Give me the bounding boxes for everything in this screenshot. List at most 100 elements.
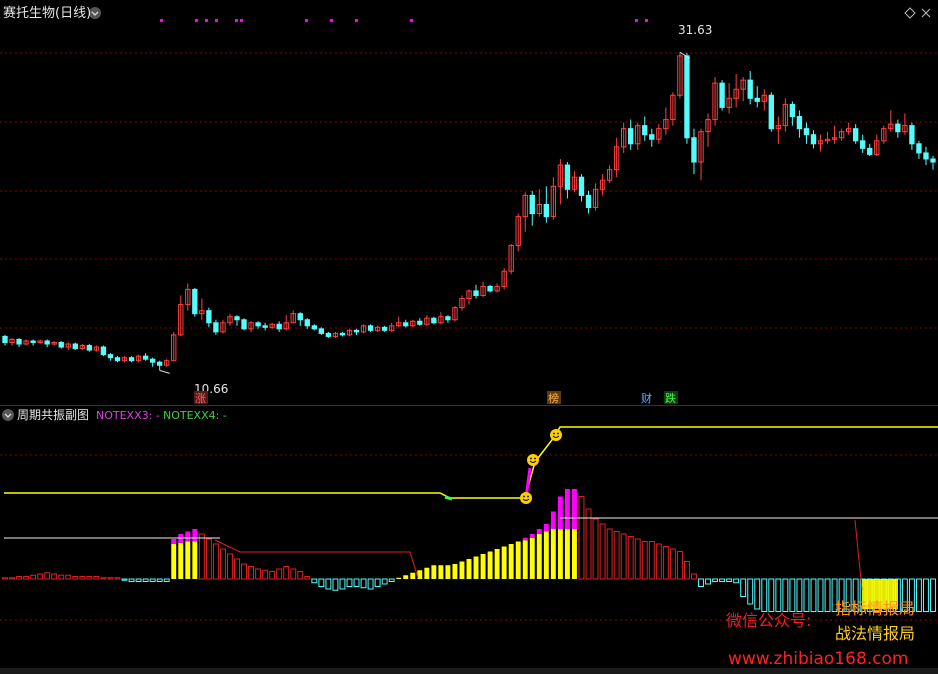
- candle-body: [803, 128, 810, 136]
- smiley-icon: [550, 429, 562, 441]
- red-ref-line: [214, 539, 419, 579]
- hist-bar-red: [79, 576, 86, 580]
- candle-body: [156, 361, 163, 366]
- hist-bar-red: [669, 548, 676, 580]
- candle-body: [923, 152, 929, 160]
- hist-bar-red: [620, 533, 627, 580]
- hist-bar-magenta: [571, 489, 577, 529]
- hist-bar-red: [613, 531, 620, 580]
- hist-bar-yellow: [571, 529, 577, 579]
- candle-body: [895, 123, 901, 133]
- hist-bar-yellow: [445, 565, 451, 579]
- watermark-wechat: 微信公众号:: [726, 611, 811, 630]
- hist-bar-red: [227, 553, 233, 580]
- candle-body: [796, 116, 803, 130]
- hist-bar-yellow: [508, 544, 514, 579]
- hist-bar-magenta: [557, 496, 563, 529]
- hist-bar-yellow: [494, 549, 500, 579]
- hist-bar-cyan: [719, 578, 726, 582]
- hist-bar-cyan: [128, 578, 135, 582]
- candle-body: [691, 137, 697, 163]
- hist-bar-red: [234, 558, 240, 580]
- green-segment: [444, 495, 453, 501]
- hist-bar-red: [58, 574, 65, 580]
- hist-bar-red: [662, 546, 669, 580]
- hist-bar-red: [100, 577, 107, 580]
- hist-bar-red: [255, 568, 262, 580]
- candle-body: [255, 322, 261, 327]
- marker-bang[interactable]: 榜: [548, 391, 559, 405]
- candle-body: [86, 345, 93, 351]
- smiley-eye: [530, 457, 532, 460]
- hist-bar-yellow: [424, 567, 430, 579]
- close-icon[interactable]: [921, 8, 931, 18]
- candle-body: [543, 203, 550, 218]
- candle-body: [529, 194, 535, 215]
- hist-bar-yellow: [480, 554, 486, 579]
- signal-dot: [645, 19, 648, 22]
- signal-dot: [635, 19, 638, 22]
- candle-body: [297, 313, 303, 321]
- watermark-url: www.zhibiao168.com: [728, 649, 908, 669]
- hist-bar-magenta: [522, 537, 528, 541]
- hist-bar-cyan: [782, 578, 789, 612]
- hist-bar-magenta: [529, 534, 535, 538]
- diamond-icon[interactable]: [904, 7, 916, 19]
- hist-bar-red: [107, 577, 114, 580]
- hist-bar-red: [93, 576, 100, 580]
- hist-bar-cyan: [705, 578, 711, 585]
- hist-bar-red: [198, 533, 205, 580]
- hist-bar-magenta: [192, 529, 198, 542]
- hist-bar-red: [304, 576, 311, 580]
- hist-bar-red: [205, 538, 212, 580]
- candle-body: [206, 310, 212, 324]
- candle-body: [747, 79, 753, 99]
- hist-bar-red: [606, 528, 613, 580]
- hist-bar-magenta: [536, 529, 542, 534]
- hist-bar-cyan: [733, 578, 740, 584]
- hist-bar-cyan: [374, 578, 381, 587]
- hist-bar-yellow: [185, 541, 191, 579]
- candle-body: [649, 134, 655, 140]
- smiley-eye: [557, 432, 559, 435]
- hist-bar-cyan: [149, 578, 156, 582]
- candle-body: [789, 103, 796, 118]
- hist-bar-red: [578, 496, 585, 580]
- subpanel-collapse-icon[interactable]: [2, 409, 14, 421]
- candle-body: [262, 325, 268, 328]
- hist-bar-yellow: [473, 556, 479, 579]
- hist-bar-yellow: [452, 564, 458, 579]
- hist-bar-yellow: [515, 541, 521, 579]
- candlestick-series: [2, 52, 936, 371]
- hist-bar-cyan: [135, 578, 142, 582]
- candle-body: [719, 82, 725, 108]
- hist-bar-yellow: [550, 529, 556, 579]
- hist-bar-cyan: [121, 578, 128, 581]
- marker-zhang[interactable]: 涨: [195, 392, 206, 405]
- candle-body: [241, 319, 247, 330]
- hist-bar-cyan: [712, 578, 719, 582]
- marker-cai[interactable]: 财: [641, 391, 652, 405]
- signal-dot: [215, 19, 218, 22]
- hist-bar-yellow: [459, 561, 465, 579]
- candle-body: [304, 319, 310, 327]
- hist-bar-yellow: [564, 529, 570, 579]
- hist-bar-cyan: [747, 578, 754, 605]
- hist-bar-red: [72, 576, 79, 580]
- hist-bar-red: [2, 577, 8, 580]
- hist-bar-red: [283, 566, 290, 580]
- signal-dot: [330, 19, 333, 22]
- candle-body: [930, 158, 936, 163]
- candle-body: [867, 147, 873, 155]
- marker-die[interactable]: 跌: [665, 391, 676, 405]
- hist-bar-cyan: [775, 578, 782, 612]
- candle-body: [192, 288, 198, 315]
- hist-bar-red: [599, 523, 606, 580]
- hist-bar-yellow: [543, 531, 549, 579]
- main-panel-title: 赛托生物(日线): [3, 5, 91, 21]
- hist-bar-red: [30, 574, 37, 580]
- hist-bar-red: [676, 551, 683, 580]
- hist-bar-cyan: [367, 578, 374, 590]
- legend-notexx3: NOTEXX3: -: [96, 409, 160, 422]
- candle-body: [16, 338, 22, 345]
